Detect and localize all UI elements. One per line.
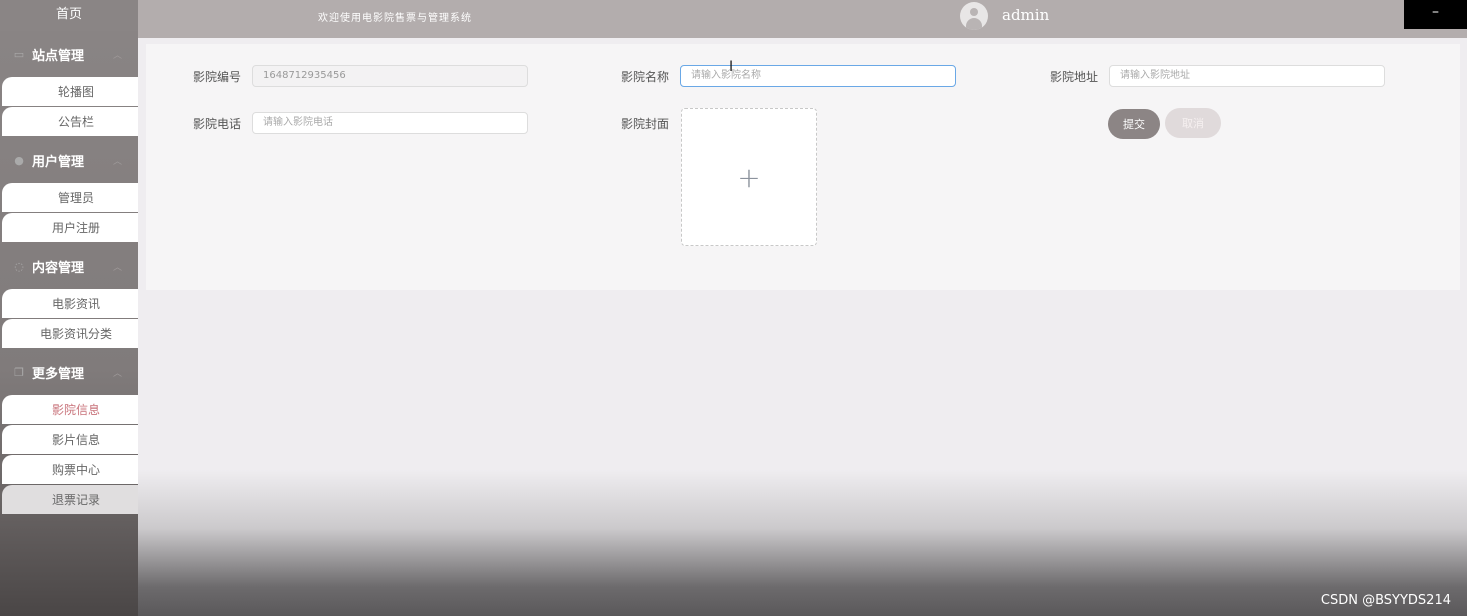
sidebar-item-film-info[interactable]: 影片信息 (2, 425, 138, 454)
chevron-up-icon: ︿ (112, 262, 122, 273)
chevron-up-icon: ︿ (112, 50, 122, 61)
cinema-cover-label: 影院封面 (621, 117, 670, 131)
cover-upload[interactable]: + (681, 108, 817, 246)
sidebar-item-user-register[interactable]: 用户注册 (2, 213, 138, 242)
sidebar-item-movie-news-category[interactable]: 电影资讯分类 (2, 319, 138, 348)
sidebar-group-site[interactable]: ▭ 站点管理 ︿ (0, 31, 138, 77)
sidebar-group-more[interactable]: ❐ 更多管理 ︿ (0, 349, 138, 395)
sidebar-group-label: 更多管理 (32, 366, 85, 382)
plus-icon: + (737, 160, 761, 194)
watermark: CSDN @BSYYDS214 (1320, 593, 1451, 608)
username[interactable]: admin (1002, 6, 1049, 24)
cinema-id-input[interactable]: 1648712935456 (252, 65, 528, 87)
sidebar-item-movie-news[interactable]: 电影资讯 (2, 289, 138, 318)
chevron-up-icon: ︿ (112, 368, 122, 379)
text-cursor-icon: I (729, 59, 734, 75)
top-bar: 欢迎使用电影院售票与管理系统 admin – (138, 0, 1467, 38)
sidebar-item-notice[interactable]: 公告栏 (2, 107, 138, 136)
monitor-icon: ▭ (13, 47, 25, 61)
cinema-address-label: 影院地址 (1050, 70, 1099, 84)
sidebar-item-cinema-info[interactable]: 影院信息 (2, 395, 138, 424)
sidebar-item-refund-records[interactable]: 退票记录 (2, 485, 138, 514)
avatar-body (966, 18, 982, 30)
sidebar-group-label: 站点管理 (32, 48, 85, 64)
welcome-title: 欢迎使用电影院售票与管理系统 (318, 13, 472, 24)
chevron-up-icon: ︿ (112, 156, 122, 167)
minimize-button[interactable]: – (1404, 0, 1467, 29)
sidebar-home[interactable]: 首页 (0, 0, 138, 31)
sidebar-group-users[interactable]: ● 用户管理 ︿ (0, 137, 138, 183)
cinema-name-input[interactable]: 请输入影院名称 (680, 65, 956, 87)
cinema-phone-label: 影院电话 (193, 117, 242, 131)
sidebar-item-admin[interactable]: 管理员 (2, 183, 138, 212)
cinema-phone-input[interactable]: 请输入影院电话 (252, 112, 528, 134)
sidebar-item-ticket-center[interactable]: 购票中心 (2, 455, 138, 484)
submit-button[interactable]: 提交 (1108, 109, 1160, 139)
cinema-name-label: 影院名称 (621, 70, 670, 84)
cancel-button[interactable]: 取消 (1165, 108, 1221, 138)
cinema-form: 影院编号 1648712935456 影院名称 请输入影院名称 影院地址 请输入… (146, 44, 1460, 290)
chat-icon: ◌ (14, 259, 24, 273)
avatar-head (970, 8, 978, 16)
cinema-id-label: 影院编号 (193, 70, 242, 84)
sidebar: 首页 ▭ 站点管理 ︿ 轮播图 公告栏 ● 用户管理 ︿ 管理员 用户注册 ◌ … (0, 0, 138, 616)
bottom-overlay (138, 470, 1467, 616)
user-icon: ● (14, 153, 24, 167)
sidebar-group-content[interactable]: ◌ 内容管理 ︿ (0, 243, 138, 289)
sidebar-group-label: 内容管理 (32, 260, 85, 276)
cinema-address-input[interactable]: 请输入影院地址 (1109, 65, 1385, 87)
avatar[interactable] (960, 2, 988, 30)
copy-icon: ❐ (14, 365, 24, 379)
sidebar-group-label: 用户管理 (32, 154, 85, 170)
sidebar-item-carousel[interactable]: 轮播图 (2, 77, 138, 106)
